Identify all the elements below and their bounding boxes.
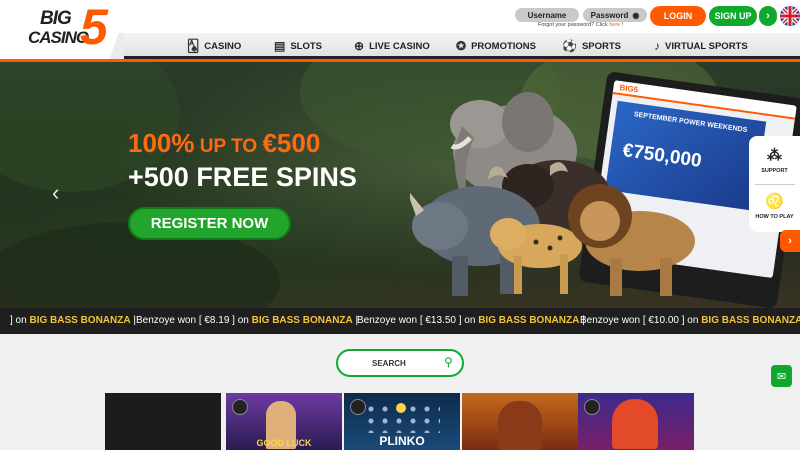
game-tile[interactable]: PLINKO: [344, 393, 460, 450]
nav-item-live-casino[interactable]: ⊕ LIVE CASINO: [354, 38, 430, 54]
game-tile[interactable]: GOOD LUCK: [226, 393, 342, 450]
nav-item-slots[interactable]: ▤ SLOTS: [274, 38, 322, 54]
password-input[interactable]: Password ◉: [583, 8, 647, 22]
password-placeholder: Password: [590, 10, 629, 20]
ticker-item: Benzoye won [ €10.00 ] on BIG BASS BONAN…: [580, 315, 800, 326]
ticker-game[interactable]: BIG BASS BONANZA: [478, 315, 579, 326]
side-panel-arrow-button[interactable]: ›: [780, 230, 800, 252]
slot-machine-icon: ▤: [274, 39, 286, 53]
search-icon[interactable]: ⚲: [444, 355, 453, 369]
hero-bonus-upto: UP TO: [194, 136, 263, 157]
ticker-item: ] on BIG BASS BONANZA |: [10, 315, 136, 326]
big5-casino-logo[interactable]: BIG CASINO 5: [26, 2, 116, 54]
main-nav: 🂡 CASINO ▤ SLOTS ⊕ LIVE CASINO ✪ PROMOTI…: [124, 33, 800, 59]
forgot-link[interactable]: here: [609, 22, 620, 28]
plinko-ball: [396, 403, 406, 413]
ticker-prefix: ] on: [10, 315, 30, 326]
support-label: SUPPORT: [761, 168, 788, 174]
chevron-right-button[interactable]: ›: [759, 6, 777, 26]
ticker-game[interactable]: BIG BASS BONANZA: [701, 315, 800, 326]
login-button[interactable]: LOGIN: [650, 6, 706, 26]
ticker-prefix: Benzoye won [ €8.19 ] on: [136, 315, 252, 326]
forgot-password-text: Forgot your password? Click here !: [538, 22, 623, 28]
nav-label-casino: CASINO: [204, 40, 242, 52]
how-to-play-button[interactable]: ♌ HOW TO PLAY: [749, 192, 800, 220]
site-header: BIG CASINO 5 Username Password ◉ Forgot …: [0, 0, 800, 62]
animals-illustration: [410, 92, 695, 296]
nav-label-promotions: PROMOTIONS: [471, 40, 536, 52]
carousel-prev-icon[interactable]: ‹: [52, 180, 59, 206]
winners-ticker: ] on BIG BASS BONANZA | Benzoye won [ €8…: [0, 308, 800, 334]
ticker-prefix: Benzoye won [ €10.00 ] on: [580, 315, 702, 326]
provider-badge-icon: [584, 399, 600, 415]
hero-banner[interactable]: ‹ 100% UP TO €500 +500 FREE SPINS REGIST…: [0, 62, 800, 308]
hero-bonus-percent: 100%: [128, 128, 195, 158]
whistle-icon: ♪: [654, 39, 660, 53]
game-character: [498, 401, 542, 450]
register-now-button[interactable]: REGISTER NOW: [128, 207, 291, 240]
ticker-item: Benzoye won [ €13.50 ] on BIG BASS BONAN…: [357, 315, 585, 326]
nav-label-live-casino: LIVE CASINO: [369, 40, 430, 52]
eye-icon[interactable]: ◉: [632, 11, 639, 20]
uk-flag-icon[interactable]: [780, 6, 800, 26]
nav-label-virtual-sports: VIRTUAL SPORTS: [665, 40, 748, 52]
nav-label-slots: SLOTS: [290, 40, 323, 52]
side-help-panel: ⁂ SUPPORT ♌ HOW TO PLAY: [749, 136, 800, 232]
game-tile[interactable]: [105, 393, 221, 450]
live-chat-icon[interactable]: ✉: [771, 365, 792, 387]
nav-item-virtual-sports[interactable]: ♪ VIRTUAL SPORTS: [654, 38, 748, 54]
ticker-game[interactable]: BIG BASS BONANZA: [29, 315, 130, 326]
side-divider: [755, 184, 795, 185]
ticker-prefix: Benzoye won [ €13.50 ] on: [357, 315, 479, 326]
chip-icon: ✪: [456, 39, 467, 53]
hero-free-spins: +500 FREE SPINS: [128, 162, 357, 192]
forgot-text: Forgot your password? Click: [538, 22, 610, 28]
nav-item-promotions[interactable]: ✪ PROMOTIONS: [456, 38, 536, 54]
support-icon: ⁂: [767, 147, 782, 164]
nav-label-sports: SPORTS: [581, 40, 622, 52]
ticker-item: Benzoye won [ €8.19 ] on BIG BASS BONANZ…: [136, 315, 358, 326]
runner-icon: ⚽: [562, 39, 577, 53]
game-character: [612, 399, 658, 449]
provider-badge-icon: [232, 399, 248, 415]
username-input[interactable]: Username: [515, 8, 579, 22]
signup-button[interactable]: SIGN UP: [709, 6, 757, 26]
lion-icon: ♌: [765, 193, 784, 210]
ticker-game[interactable]: BIG BASS BONANZA: [252, 315, 353, 326]
forgot-suffix: !: [620, 22, 624, 28]
hero-bonus-amount: €500: [262, 128, 321, 158]
nav-item-casino[interactable]: 🂡 CASINO: [187, 38, 241, 54]
cards-icon: 🂡: [187, 39, 200, 53]
logo-five-text: 5: [80, 0, 108, 55]
game-tile[interactable]: [578, 393, 694, 450]
how-to-play-label: HOW TO PLAY: [755, 214, 794, 220]
game-tile[interactable]: [462, 393, 578, 450]
logo-big-text: BIG: [40, 8, 72, 29]
hero-bonus-headline: 100% UP TO €500: [128, 128, 320, 159]
globe-icon: ⊕: [354, 39, 365, 53]
nav-item-sports[interactable]: ⚽ SPORTS: [562, 38, 621, 54]
support-button[interactable]: ⁂ SUPPORT: [749, 146, 800, 174]
game-tile-label: GOOD LUCK: [256, 438, 312, 448]
game-tile-label: PLINKO: [379, 434, 425, 448]
